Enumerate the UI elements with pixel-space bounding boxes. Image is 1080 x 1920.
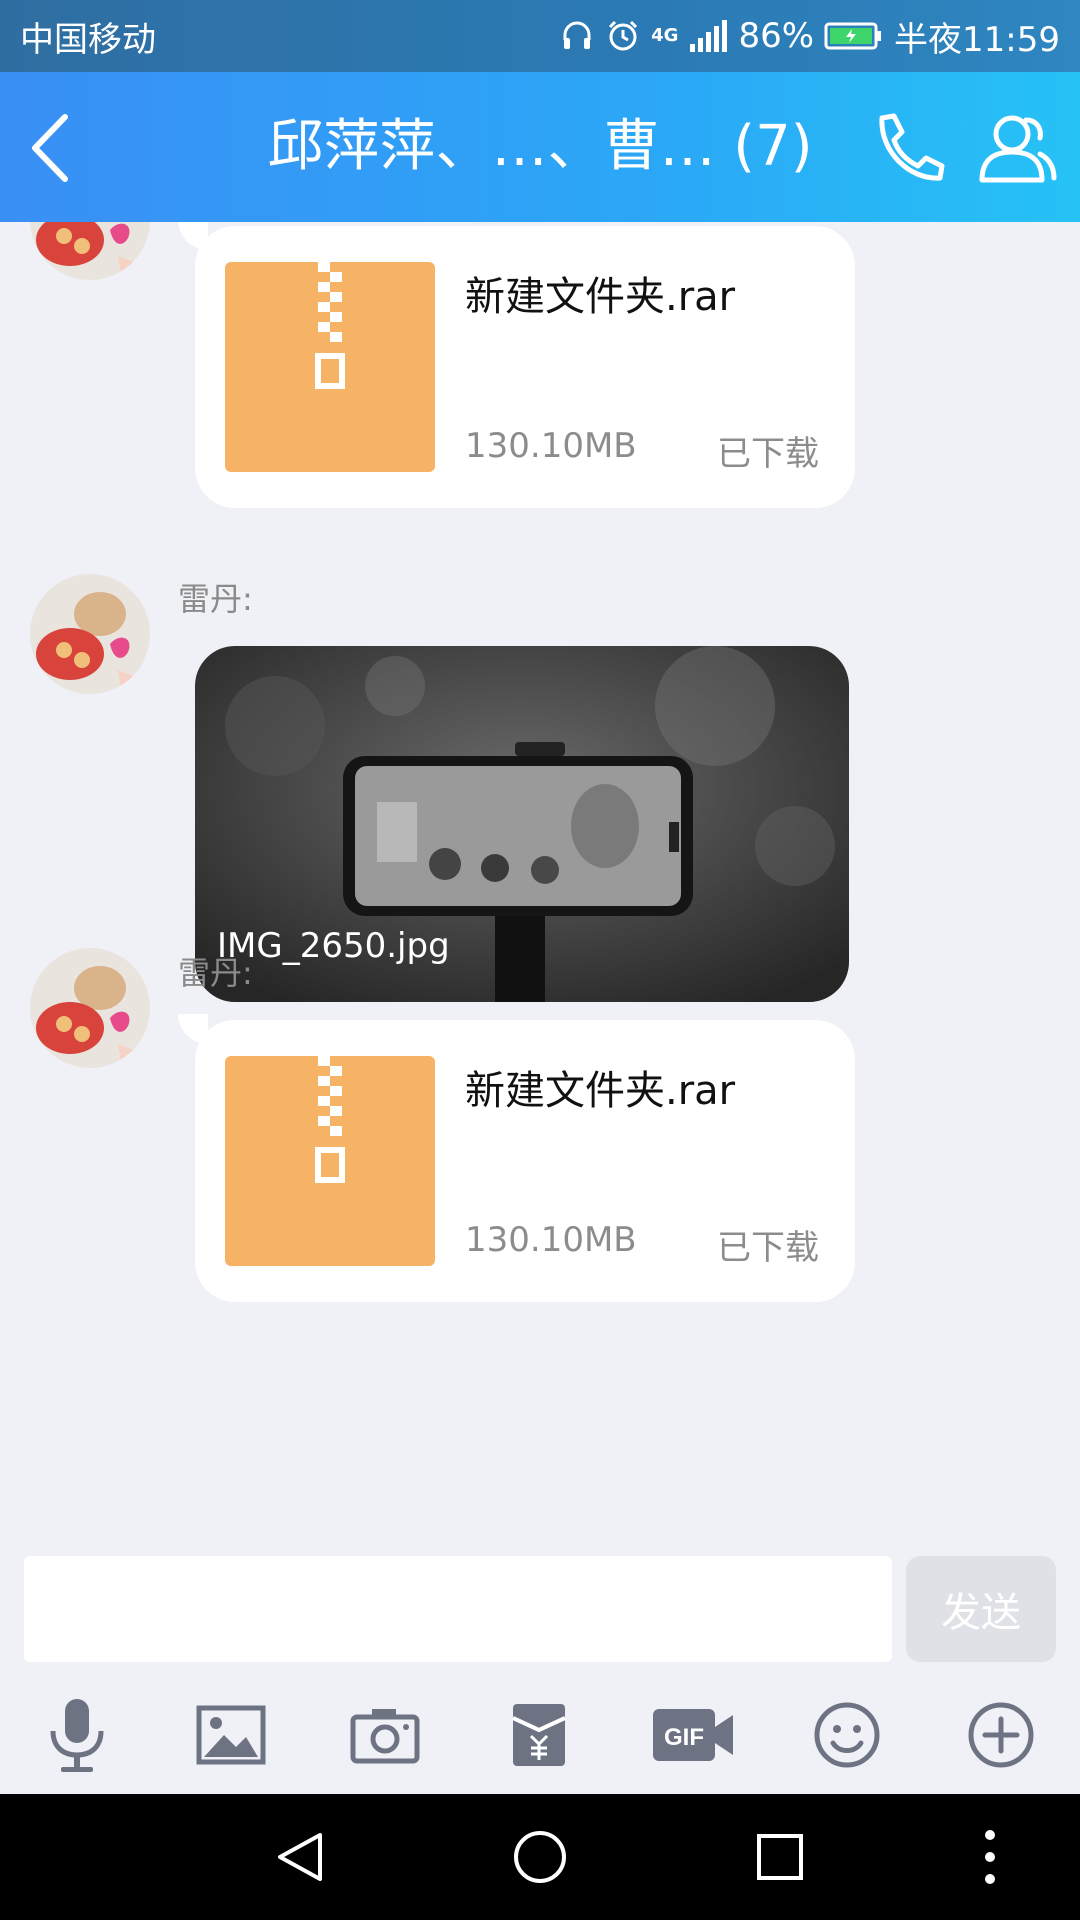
file-name: 新建文件夹.rar: [465, 274, 736, 320]
phone-icon: [879, 113, 945, 181]
message-input[interactable]: [24, 1556, 892, 1662]
microphone-icon: [50, 1699, 104, 1772]
sender-avatar[interactable]: [30, 948, 150, 1068]
more-dots-icon: [985, 1830, 995, 1884]
zip-file-icon: [225, 1056, 435, 1266]
message-list[interactable]: 新建文件夹.rar 130.10MB 已下载 雷丹: IMG_2650.jpg …: [0, 222, 1080, 1534]
sender-name: 雷丹:: [178, 954, 253, 992]
nav-home-button[interactable]: [500, 1822, 580, 1892]
red-envelope-icon: [512, 1704, 566, 1766]
camera-icon: [350, 1709, 420, 1764]
input-toolbar: GIF: [0, 1690, 1080, 1780]
more-button[interactable]: [956, 1690, 1046, 1780]
back-button[interactable]: [14, 108, 84, 188]
voice-button[interactable]: [32, 1690, 122, 1780]
avatar-image: [30, 948, 150, 1068]
send-button[interactable]: 发送: [906, 1556, 1056, 1662]
gif-icon: GIF: [653, 1709, 733, 1761]
signal-icon: [690, 20, 728, 52]
battery-charging-icon: [824, 22, 882, 50]
chat-header: 邱萍萍、…、曹… (7): [0, 72, 1080, 222]
call-button[interactable]: [868, 110, 948, 186]
red-envelope-button[interactable]: [494, 1690, 584, 1780]
emoji-icon: [814, 1702, 880, 1768]
system-navigation-bar: [0, 1794, 1080, 1920]
svg-text:GIF: GIF: [664, 1724, 704, 1751]
clock: 半夜11:59: [894, 19, 1060, 60]
status-indicators: 4G 86% 半夜11:59: [559, 12, 1060, 61]
members-icon: [979, 115, 1057, 183]
zip-file-icon: [225, 262, 435, 472]
home-circle-icon: [514, 1831, 566, 1883]
sender-avatar[interactable]: [30, 574, 150, 694]
avatar-image: [30, 222, 150, 280]
carrier-name: 中国移动: [20, 19, 156, 60]
nav-recents-button[interactable]: [740, 1822, 820, 1892]
alarm-icon: [609, 20, 638, 51]
status-bar: 中国移动 4G 86% 半夜11:59: [0, 0, 1080, 72]
headphones-icon: [563, 21, 591, 49]
group-members-button[interactable]: [976, 110, 1058, 186]
file-size: 130.10MB: [465, 1220, 637, 1260]
download-status: 已下载: [717, 434, 819, 474]
file-message[interactable]: 新建文件夹.rar 130.10MB 已下载: [195, 226, 855, 508]
battery-percent: 86%: [738, 16, 815, 56]
nav-more-button[interactable]: [950, 1822, 1030, 1892]
emoji-button[interactable]: [802, 1690, 892, 1780]
file-name: 新建文件夹.rar: [465, 1068, 736, 1114]
back-triangle-icon: [278, 1833, 322, 1881]
picture-button[interactable]: [186, 1690, 276, 1780]
camera-button[interactable]: [340, 1690, 430, 1780]
sender-avatar[interactable]: [30, 222, 150, 280]
gif-button[interactable]: GIF: [648, 1690, 738, 1780]
nav-back-button[interactable]: [260, 1822, 340, 1892]
file-message[interactable]: 新建文件夹.rar 130.10MB 已下载: [195, 1020, 855, 1302]
avatar-image: [30, 574, 150, 694]
network-type: 4G: [651, 25, 679, 46]
file-size: 130.10MB: [465, 426, 637, 466]
recents-square-icon: [757, 1834, 803, 1880]
image-message[interactable]: IMG_2650.jpg: [195, 646, 849, 1002]
sender-name: 雷丹:: [178, 580, 253, 618]
back-arrow-icon: [32, 114, 68, 182]
picture-icon: [196, 1705, 266, 1765]
plus-icon: [968, 1702, 1034, 1768]
download-status: 已下载: [717, 1228, 819, 1268]
